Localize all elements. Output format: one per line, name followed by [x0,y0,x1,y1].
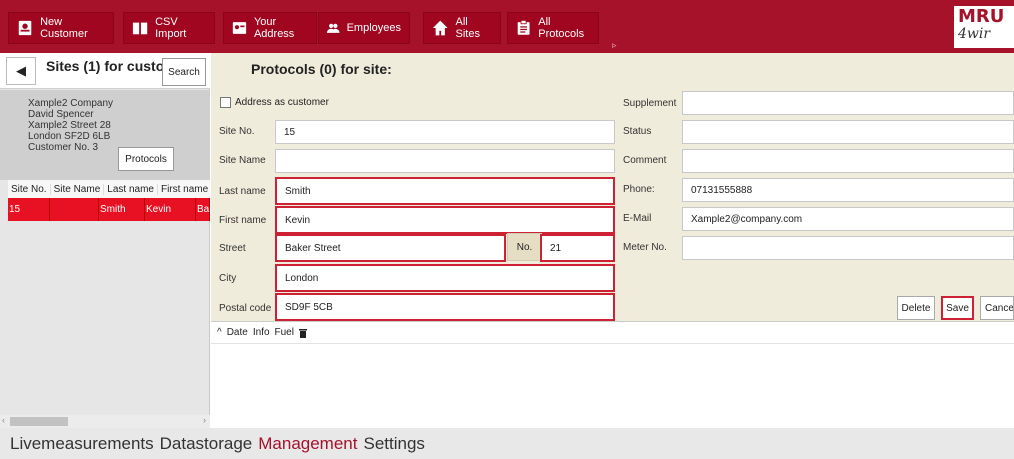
phone-label: Phone: [623,184,655,195]
city-label: City [219,273,237,284]
col-fuel[interactable]: Fuel [275,327,294,338]
postal-code-label: Postal code [219,303,272,314]
site-no-field[interactable]: 15 [275,120,615,144]
sites-title: Sites (1) for customer [46,58,164,74]
meter-no-label: Meter No. [623,242,667,253]
phone-field[interactable]: 07131555888 [682,178,1014,202]
col-site-name[interactable]: Site Name [51,183,105,195]
logo-line1: MRU [958,6,1005,27]
nav-datastorage[interactable]: Datastorage [160,434,253,454]
col-last-name[interactable]: Last name [104,183,158,195]
street-field[interactable]: Baker Street [275,234,506,262]
brand-logo: MRU 4wir [954,6,1014,48]
nav-settings[interactable]: Settings [363,434,424,454]
meter-no-field[interactable] [682,236,1014,260]
table-row[interactable]: 15 Smith Kevin Ba [8,198,210,221]
employees-label: Employees [346,22,401,34]
top-toolbar: New Customer CSV Import Your Address Emp… [0,0,1014,53]
nav-livemeasurements[interactable]: Livemeasurements [10,434,154,454]
site-name-field[interactable] [275,149,615,173]
site-form: Protocols (0) for site: Address as custo… [211,53,1014,321]
street-label: Street [219,243,246,254]
new-customer-button[interactable]: New Customer [8,12,114,44]
back-button[interactable]: ◀ [6,57,36,85]
first-name-label: First name [219,215,267,226]
scroll-right-icon[interactable]: › [203,415,206,425]
nav-management[interactable]: Management [258,434,357,454]
cell-site-no: 15 [8,198,50,221]
all-protocols-label: All Protocols [538,16,585,40]
site-no-label: Site No. [219,126,255,137]
cell-site-name [50,198,99,221]
person-card-icon [232,22,247,34]
customer-street: Xample2 Street 28 [28,120,111,131]
protocols-table: ^ Date Info Fuel [211,321,1014,428]
back-arrow-icon: ◀ [16,63,26,78]
first-name-field[interactable]: Kevin [275,206,615,234]
col-info[interactable]: Info [253,327,270,338]
all-sites-label: All Sites [455,16,480,40]
email-field[interactable]: Xample2@company.com [682,207,1014,231]
save-button[interactable]: Save [941,296,974,320]
house-no-label: No. [507,233,542,261]
trash-icon[interactable] [298,328,307,338]
cell-first-name: Kevin [145,198,196,221]
home-icon [432,20,448,36]
last-name-label: Last name [219,186,266,197]
address-as-customer-checkbox[interactable]: Address as customer [220,97,329,108]
comment-field[interactable] [682,149,1014,173]
protocols-table-header: ^ Date Info Fuel [211,322,1014,344]
customer-info: Xample2 Company David Spencer Xample2 St… [0,90,210,180]
bottom-nav: Livemeasurements Datastorage Management … [0,428,1014,459]
contact-card-icon [18,20,32,36]
clipboard-icon [517,19,530,35]
delete-button[interactable]: Delete [897,296,935,320]
csv-import-label: CSV Import [155,16,187,40]
csv-import-button[interactable]: CSV Import [123,12,215,44]
house-no-field[interactable]: 21 [540,234,615,262]
sort-icon[interactable]: ^ [217,327,222,338]
col-date[interactable]: Date [227,327,248,338]
horizontal-scrollbar[interactable]: ‹ › [0,415,210,428]
col-site-no[interactable]: Site No. [8,183,51,195]
cancel-button[interactable]: Cancel [980,296,1014,320]
sites-table: Site No. Site Name Last name First name … [8,180,210,221]
checkbox-box[interactable] [220,97,231,108]
new-customer-label: New Customer [40,16,88,40]
book-icon [132,22,148,35]
col-first-name[interactable]: First name [158,184,210,195]
cell-street: Ba [196,198,210,221]
your-address-label: Your Address [253,16,295,40]
sites-table-header: Site No. Site Name Last name First name … [8,180,210,198]
search-button[interactable]: Search [162,58,206,86]
customer-contact: David Spencer [28,109,94,120]
supplement-field[interactable] [682,91,1014,115]
sites-panel: ◀ Sites (1) for customer Search Xample2 … [0,53,210,428]
scroll-thumb[interactable] [10,417,68,426]
comment-label: Comment [623,155,667,166]
supplement-label: Supplement [623,98,677,109]
mouse-cursor-icon: ▹ [612,40,617,50]
customer-company: Xample2 Company [28,98,114,109]
protocols-button[interactable]: Protocols [118,147,174,171]
cell-last-name: Smith [99,198,145,221]
people-icon [327,23,340,33]
city-field[interactable]: London [275,264,615,292]
page-title: Protocols (0) for site: [251,61,392,77]
site-name-label: Site Name [219,155,266,166]
all-protocols-button[interactable]: All Protocols [507,12,599,44]
employees-button[interactable]: Employees [318,12,410,44]
scroll-left-icon[interactable]: ‹ [2,415,5,425]
all-sites-button[interactable]: All Sites [423,12,501,44]
logo-line2: 4wir [958,26,991,42]
your-address-button[interactable]: Your Address [223,12,317,44]
sites-header: ◀ Sites (1) for customer Search [0,53,210,89]
status-field[interactable] [682,120,1014,144]
customer-city: London SF2D 6LB [28,131,111,142]
address-as-customer-label: Address as customer [235,97,329,108]
email-label: E-Mail [623,213,652,224]
postal-code-field[interactable]: SD9F 5CB [275,293,615,321]
last-name-field[interactable]: Smith [275,177,615,205]
status-label: Status [623,126,652,137]
